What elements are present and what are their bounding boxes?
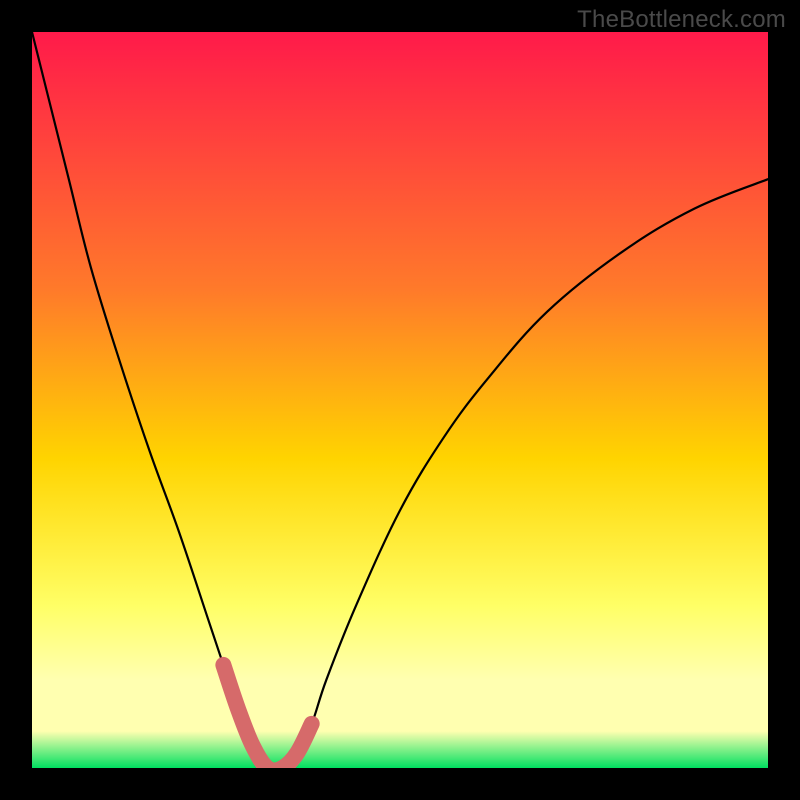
chart-svg [32, 32, 768, 768]
chart-frame: TheBottleneck.com [0, 0, 800, 800]
gradient-background [32, 32, 768, 768]
plot-area [32, 32, 768, 768]
watermark-text: TheBottleneck.com [577, 6, 786, 34]
